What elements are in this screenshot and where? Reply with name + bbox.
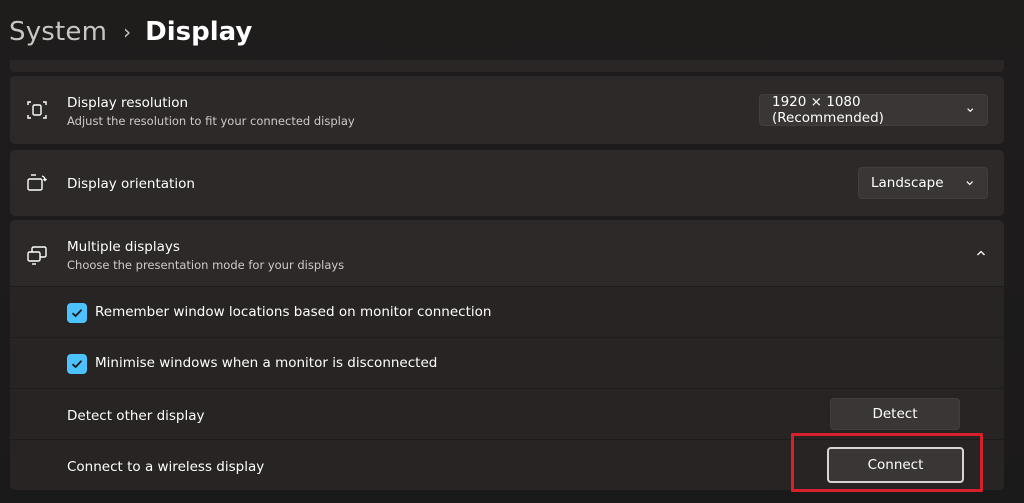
display-resolution-subtitle: Adjust the resolution to fit your connec… bbox=[67, 114, 355, 128]
orientation-icon bbox=[26, 172, 48, 194]
remember-window-locations-row: Remember window locations based on monit… bbox=[10, 286, 1004, 337]
minimise-windows-checkbox[interactable] bbox=[67, 354, 87, 374]
checkmark-icon bbox=[71, 309, 83, 318]
display-orientation-title: Display orientation bbox=[67, 176, 195, 192]
connect-wireless-display-label: Connect to a wireless display bbox=[67, 459, 265, 475]
chevron-down-icon bbox=[965, 181, 973, 186]
minimise-windows-label[interactable]: Minimise windows when a monitor is disco… bbox=[95, 355, 437, 371]
multiple-displays-icon bbox=[26, 244, 48, 266]
display-orientation-row: Display orientation Landscape bbox=[10, 150, 1004, 216]
multiple-displays-header[interactable]: Multiple displays Choose the presentatio… bbox=[10, 220, 1004, 286]
settings-display-page: System › Display Display resolution Adju… bbox=[0, 0, 1024, 503]
multiple-displays-subtitle: Choose the presentation mode for your di… bbox=[67, 258, 345, 272]
remember-window-locations-checkbox[interactable] bbox=[67, 303, 87, 323]
scrolled-card-edge bbox=[10, 60, 1004, 72]
breadcrumb: System › Display bbox=[9, 12, 252, 52]
remember-window-locations-label[interactable]: Remember window locations based on monit… bbox=[95, 304, 491, 320]
chevron-up-icon[interactable] bbox=[974, 246, 988, 260]
connect-highlight-annotation bbox=[791, 433, 983, 492]
detect-other-display-label: Detect other display bbox=[67, 408, 205, 424]
detect-other-display-row: Detect other display Detect bbox=[10, 388, 1004, 439]
breadcrumb-separator-icon: › bbox=[123, 20, 132, 44]
minimise-windows-row: Minimise windows when a monitor is disco… bbox=[10, 337, 1004, 388]
orientation-dropdown-value: Landscape bbox=[871, 175, 944, 191]
page-title: Display bbox=[145, 17, 253, 47]
chevron-down-icon bbox=[966, 108, 973, 113]
detect-button[interactable]: Detect bbox=[830, 398, 960, 430]
breadcrumb-system[interactable]: System bbox=[9, 17, 107, 47]
multiple-displays-title: Multiple displays bbox=[67, 239, 180, 255]
orientation-dropdown[interactable]: Landscape bbox=[858, 167, 988, 199]
display-resolution-title: Display resolution bbox=[67, 95, 189, 111]
resolution-icon bbox=[26, 99, 48, 121]
resolution-dropdown[interactable]: 1920 × 1080 (Recommended) bbox=[759, 94, 988, 126]
resolution-dropdown-value: 1920 × 1080 (Recommended) bbox=[772, 94, 884, 126]
checkmark-icon bbox=[71, 360, 83, 369]
display-resolution-row: Display resolution Adjust the resolution… bbox=[10, 76, 1004, 144]
